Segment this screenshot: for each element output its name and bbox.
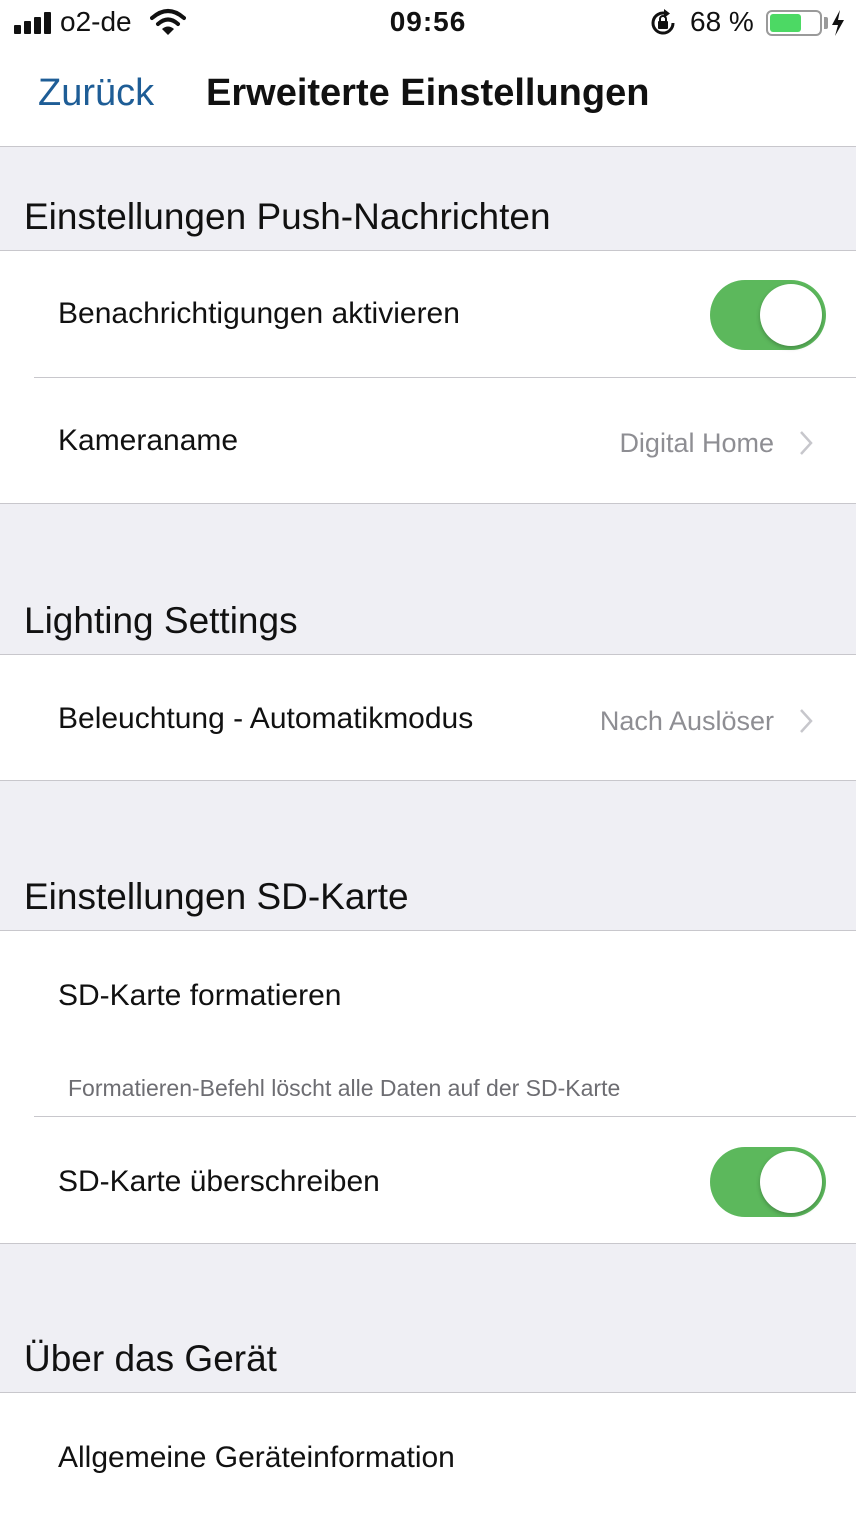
sd-format-label: SD-Karte formatieren: [58, 979, 342, 1012]
lighting-auto-mode-label: Beleuchtung - Automatikmodus: [58, 702, 474, 735]
lighting-auto-mode-value: Nach Auslöser: [599, 706, 774, 736]
chevron-right-icon: [800, 709, 813, 733]
group-sd: SD-Karte formatieren Formatieren-Befehl …: [0, 930, 856, 1244]
battery-icon: [766, 10, 822, 36]
group-push: Benachrichtigungen aktivieren Kameraname…: [0, 250, 856, 504]
row-lighting-auto-mode[interactable]: Beleuchtung - Automatikmodus Nach Auslös…: [0, 655, 856, 780]
battery-level-fill: [770, 14, 802, 32]
toggle-knob: [760, 1151, 822, 1213]
chevron-right-icon: [800, 431, 813, 455]
notifications-toggle[interactable]: [710, 280, 826, 350]
section-header-device: Über das Gerät: [24, 1338, 277, 1379]
battery-tip: [824, 17, 828, 29]
row-notifications: Benachrichtigungen aktivieren: [0, 251, 856, 377]
page-title: Erweiterte Einstellungen: [206, 72, 650, 114]
section-header-push: Einstellungen Push-Nachrichten: [24, 196, 551, 237]
charging-icon: [832, 10, 844, 36]
section-header-sd: Einstellungen SD-Karte: [24, 876, 409, 917]
camera-name-value: Digital Home: [619, 428, 774, 458]
navigation-bar: Zurück Erweiterte Einstellungen: [0, 48, 856, 147]
sd-format-note: Formatieren-Befehl löscht alle Daten auf…: [68, 1075, 621, 1101]
group-device: Allgemeine Geräteinformation: [0, 1392, 856, 1523]
battery-percent: 68 %: [690, 6, 754, 37]
notifications-label: Benachrichtigungen aktivieren: [58, 297, 460, 330]
row-sd-format[interactable]: SD-Karte formatieren Formatieren-Befehl …: [0, 931, 856, 1116]
row-sd-overwrite: SD-Karte überschreiben: [0, 1117, 856, 1243]
status-bar: o2-de 09:56 68 %: [0, 0, 856, 48]
row-general-device-info[interactable]: Allgemeine Geräteinformation: [0, 1393, 856, 1523]
sd-overwrite-label: SD-Karte überschreiben: [58, 1165, 380, 1198]
back-button[interactable]: Zurück: [38, 72, 154, 115]
section-header-lighting: Lighting Settings: [24, 600, 298, 641]
row-camera-name[interactable]: Kameraname Digital Home: [0, 378, 856, 503]
group-lighting: Beleuchtung - Automatikmodus Nach Auslös…: [0, 654, 856, 781]
camera-name-label: Kameraname: [58, 424, 239, 457]
toggle-knob: [760, 284, 822, 346]
rotation-lock-icon: [651, 9, 675, 35]
general-device-info-label: Allgemeine Geräteinformation: [58, 1441, 455, 1474]
sd-overwrite-toggle[interactable]: [710, 1147, 826, 1217]
